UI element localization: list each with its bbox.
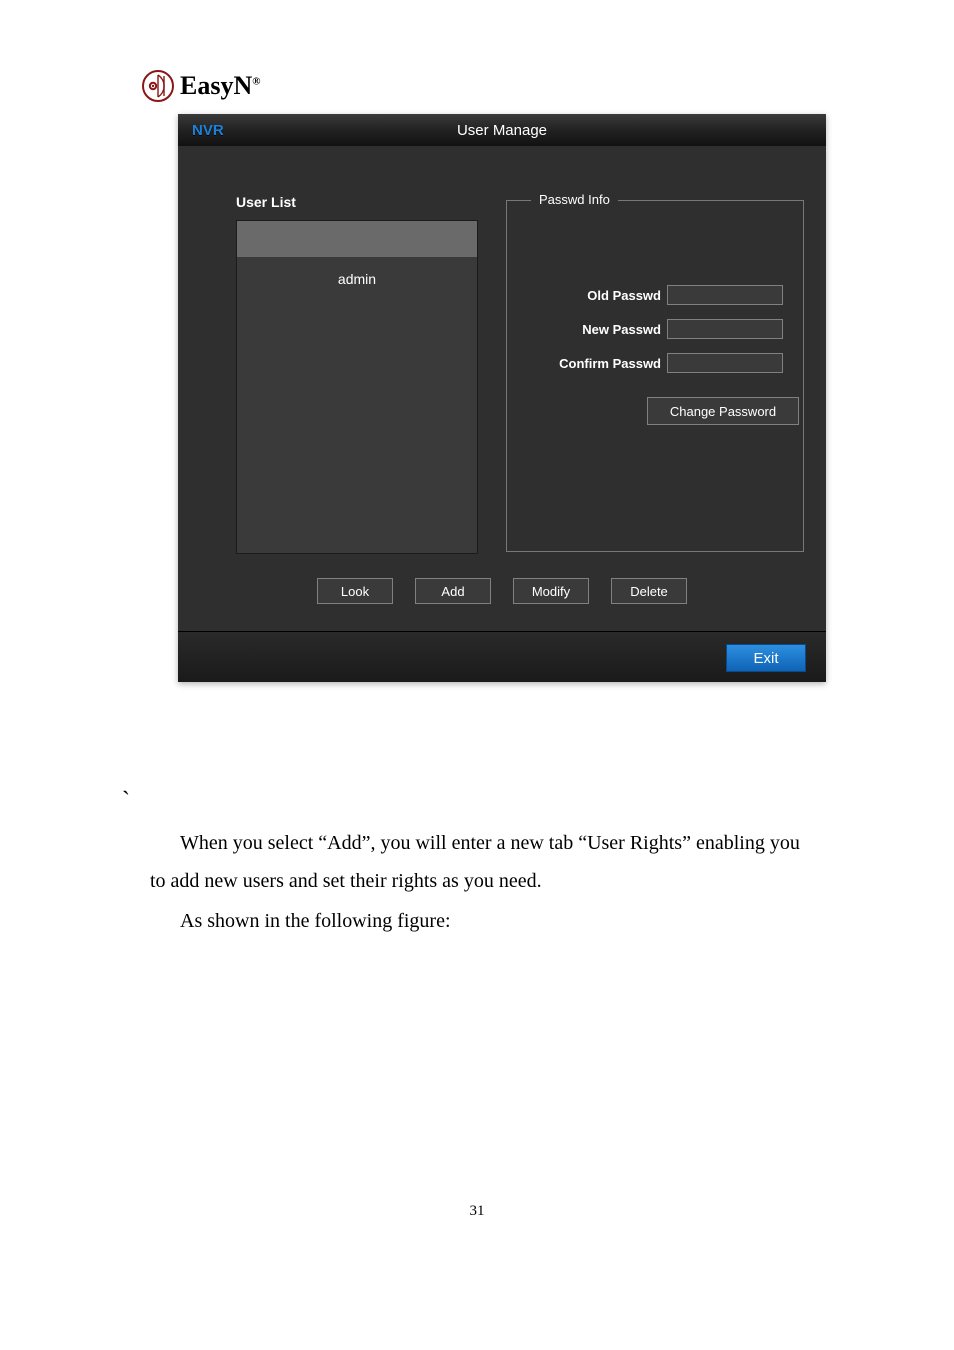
user-list-selection-highlight [237, 221, 477, 257]
delete-button[interactable]: Delete [611, 578, 687, 604]
new-passwd-label: New Passwd [507, 322, 667, 337]
stray-backtick: ` [122, 788, 130, 815]
action-button-row: Look Add Modify Delete [178, 578, 826, 604]
logo-text: EasyN® [180, 71, 260, 101]
add-button[interactable]: Add [415, 578, 491, 604]
panel-body: User List admin Passwd Info Old Passwd N… [178, 146, 826, 632]
logo-mark-icon [142, 70, 174, 102]
brand-logo: EasyN® [142, 70, 260, 102]
panel-footer: Exit [178, 631, 826, 682]
panel-title: User Manage [457, 122, 547, 139]
page-number: 31 [0, 1203, 954, 1220]
logo-registered-icon: ® [252, 75, 260, 87]
paragraph-1: When you select “Add”, you will enter a … [150, 824, 816, 900]
old-passwd-label: Old Passwd [507, 288, 667, 303]
change-password-button[interactable]: Change Password [647, 397, 799, 425]
user-list-box[interactable]: admin [236, 220, 478, 554]
old-passwd-input[interactable] [667, 285, 783, 305]
passwd-info-fieldset: Passwd Info Old Passwd New Passwd Confir… [506, 200, 804, 552]
exit-button[interactable]: Exit [726, 644, 806, 672]
look-button[interactable]: Look [317, 578, 393, 604]
confirm-passwd-label: Confirm Passwd [507, 356, 667, 371]
paragraph-2: As shown in the following figure: [150, 902, 816, 940]
old-passwd-row: Old Passwd [507, 285, 783, 305]
user-list-item[interactable]: admin [237, 271, 477, 287]
user-manage-panel: NVR User Manage User List admin Passwd I… [178, 114, 826, 682]
confirm-passwd-row: Confirm Passwd [507, 353, 783, 373]
user-list-label: User List [236, 194, 296, 210]
modify-button[interactable]: Modify [513, 578, 589, 604]
new-passwd-row: New Passwd [507, 319, 783, 339]
panel-titlebar: NVR User Manage [178, 114, 826, 146]
brand-label: NVR [192, 122, 224, 139]
new-passwd-input[interactable] [667, 319, 783, 339]
confirm-passwd-input[interactable] [667, 353, 783, 373]
passwd-info-legend: Passwd Info [531, 192, 618, 207]
